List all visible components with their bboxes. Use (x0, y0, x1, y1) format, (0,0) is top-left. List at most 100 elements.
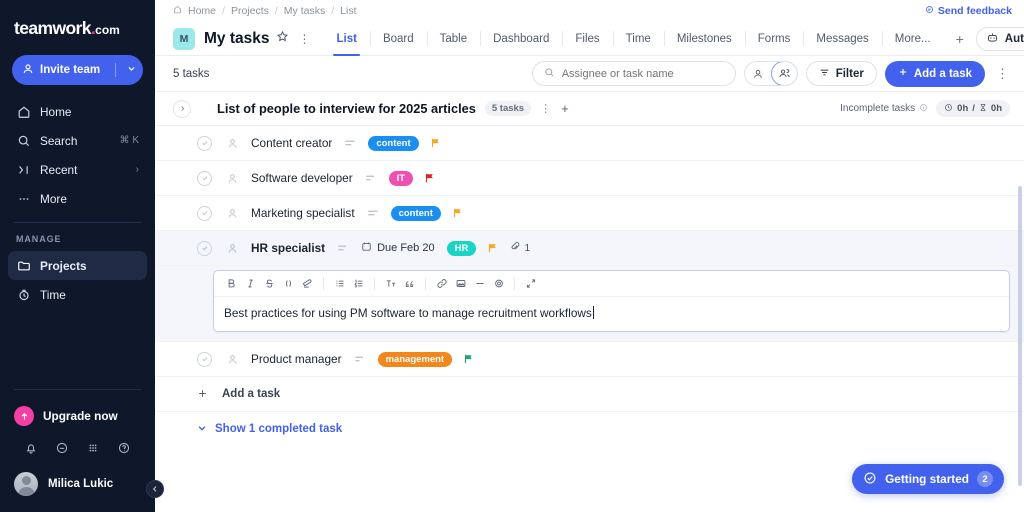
tab-table[interactable]: Table (427, 22, 481, 56)
tab-milestones[interactable]: Milestones (664, 22, 745, 56)
info-icon[interactable] (919, 103, 928, 115)
clear-format-icon[interactable] (298, 274, 317, 293)
bold-icon[interactable] (222, 274, 241, 293)
single-person-filter-button[interactable] (745, 62, 772, 85)
task-priority-flag-icon[interactable] (463, 353, 474, 365)
time-summary-badge[interactable]: 0h / 0h (936, 100, 1010, 117)
send-feedback-button[interactable]: Send feedback (925, 5, 1012, 17)
task-priority-flag-icon[interactable] (452, 207, 463, 219)
tab-files[interactable]: Files (562, 22, 612, 56)
task-tag[interactable]: HR (447, 241, 477, 256)
image-icon[interactable] (451, 274, 470, 293)
add-tab-button[interactable]: + (944, 31, 976, 47)
help-icon[interactable] (117, 441, 131, 460)
expand-icon[interactable] (521, 274, 540, 293)
expand-list-button[interactable] (173, 100, 191, 118)
link-icon[interactable] (432, 274, 451, 293)
add-task-button[interactable]: Add a task (885, 61, 985, 87)
filter-icon (819, 67, 830, 81)
horizontal-rule-icon[interactable] (470, 274, 489, 293)
table-row[interactable]: Software developer IT (155, 161, 1024, 196)
task-tag[interactable]: IT (389, 171, 413, 186)
task-assignee-icon[interactable] (224, 205, 240, 221)
sidebar-item-recent[interactable]: Recent › (8, 155, 147, 184)
task-complete-checkbox[interactable] (197, 352, 212, 367)
search-box[interactable] (532, 61, 736, 86)
task-tag[interactable]: content (368, 136, 418, 151)
sidebar-collapse-button[interactable] (146, 480, 164, 498)
sidebar-item-more[interactable]: More (8, 184, 147, 213)
tab-board[interactable]: Board (370, 22, 427, 56)
sidebar-item-home[interactable]: Home (8, 97, 147, 126)
toolbar-kebab-menu[interactable]: ⋮ (993, 66, 1012, 82)
task-assignee-icon[interactable] (224, 170, 240, 186)
task-list-add-button[interactable]: + (561, 101, 569, 116)
task-assignee-icon[interactable] (224, 135, 240, 151)
user-profile[interactable]: Milica Lukic (0, 464, 155, 512)
search-input[interactable] (562, 68, 724, 80)
task-complete-checkbox[interactable] (197, 241, 212, 256)
tab-forms[interactable]: Forms (745, 22, 804, 56)
brand-logo[interactable]: teamwork.com (0, 0, 155, 51)
code-icon[interactable] (279, 274, 298, 293)
bulleted-list-icon[interactable] (330, 274, 349, 293)
add-task-row[interactable]: Add a task (155, 377, 1024, 412)
breadcrumb-item-my-tasks[interactable]: My tasks (284, 5, 325, 17)
task-due-date[interactable]: Due Feb 20 (361, 241, 434, 255)
task-tag[interactable]: content (391, 206, 441, 221)
task-list-kebab-menu[interactable]: ⋮ (540, 102, 551, 115)
text-size-icon[interactable] (381, 274, 400, 293)
search-shortcut: ⌘ K (120, 135, 139, 146)
upgrade-now-button[interactable]: Upgrade now (0, 399, 155, 433)
tab-time[interactable]: Time (613, 22, 664, 56)
emoji-icon[interactable] (489, 274, 508, 293)
sidebar-item-search[interactable]: Search ⌘ K (8, 126, 147, 155)
table-row[interactable]: HR specialist Due Feb 20 HR (155, 231, 1024, 266)
clock-icon (944, 103, 953, 115)
favorite-star-icon[interactable] (276, 30, 289, 48)
show-completed-tasks-button[interactable]: Show 1 completed task (155, 412, 1024, 446)
task-priority-flag-icon[interactable] (424, 172, 435, 184)
task-priority-flag-icon[interactable] (430, 137, 441, 149)
task-priority-flag-icon[interactable] (487, 242, 498, 254)
tab-dashboard[interactable]: Dashboard (480, 22, 562, 56)
task-complete-checkbox[interactable] (197, 206, 212, 221)
sidebar-item-projects[interactable]: Projects (8, 251, 147, 280)
strikethrough-icon[interactable] (260, 274, 279, 293)
apps-grid-icon[interactable] (86, 441, 100, 460)
getting-started-button[interactable]: Getting started 2 (852, 464, 1004, 494)
tab-list[interactable]: List (323, 22, 369, 56)
task-assignee-icon[interactable] (224, 351, 240, 367)
task-assignee-icon[interactable] (224, 240, 240, 256)
filter-button[interactable]: Filter (806, 61, 877, 86)
sidebar-item-label: More (40, 192, 67, 206)
editor-text-area[interactable]: Best practices for using PM software to … (214, 297, 1009, 331)
breadcrumb-item-projects[interactable]: Projects (231, 5, 269, 17)
task-attachments[interactable]: 1 (510, 241, 530, 255)
quote-icon[interactable] (400, 274, 419, 293)
table-row[interactable]: Content creator content (155, 126, 1024, 161)
bell-icon[interactable] (24, 441, 38, 460)
clock-icon (16, 287, 31, 302)
all-people-filter-button[interactable] (771, 61, 798, 86)
table-row[interactable]: Product manager management (155, 342, 1024, 377)
task-tag[interactable]: management (378, 352, 453, 367)
italic-icon[interactable] (241, 274, 260, 293)
vertical-scrollbar[interactable] (1018, 186, 1022, 486)
numbered-list-icon[interactable] (349, 274, 368, 293)
chevron-down-icon[interactable] (127, 64, 136, 76)
tab-more[interactable]: More... (882, 22, 944, 56)
automate-button[interactable]: Automate ⌄ (976, 27, 1024, 51)
sidebar-item-time[interactable]: Time (8, 280, 147, 309)
tab-messages[interactable]: Messages (803, 22, 881, 56)
invite-team-button[interactable]: Invite team (12, 55, 143, 85)
task-complete-checkbox[interactable] (197, 136, 212, 151)
page-title: My tasks (204, 30, 269, 48)
breadcrumb-item-home[interactable]: Home (188, 5, 216, 17)
rich-text-editor[interactable]: Best practices for using PM software to … (213, 270, 1010, 332)
status-icon[interactable] (55, 441, 69, 460)
task-complete-checkbox[interactable] (197, 171, 212, 186)
table-row[interactable]: Marketing specialist content (155, 196, 1024, 231)
project-kebab-menu[interactable]: ⋮ (298, 32, 311, 46)
breadcrumb-item-list[interactable]: List (340, 5, 356, 17)
